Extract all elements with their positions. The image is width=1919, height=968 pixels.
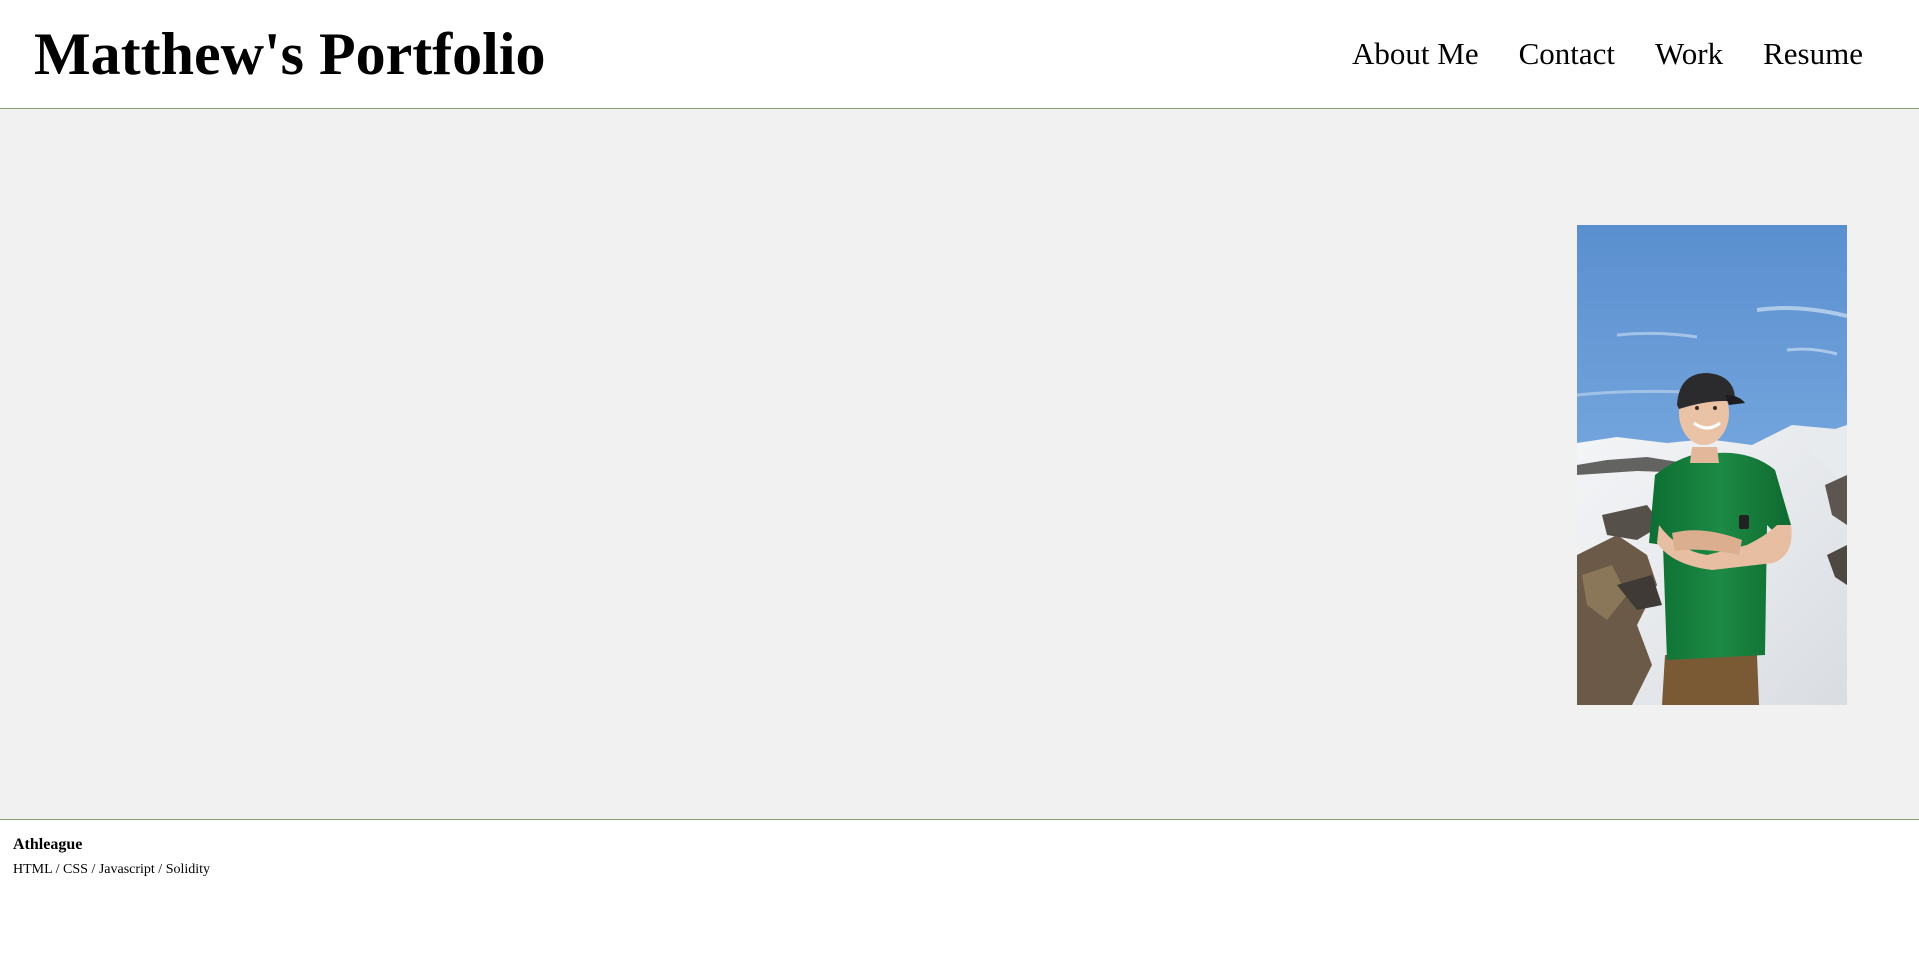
nav-link-work[interactable]: Work [1655,34,1723,74]
project-card: Athleague HTML / CSS / Javascript / Soli… [0,820,1919,968]
site-header: Matthew's Portfolio About Me Contact Wor… [0,0,1919,109]
main-nav: About Me Contact Work Resume [1352,34,1863,74]
project-tech-stack: HTML / CSS / Javascript / Solidity [13,862,211,877]
page: Matthew's Portfolio About Me Contact Wor… [0,0,1919,968]
site-title: Matthew's Portfolio [34,21,546,87]
nav-link-resume[interactable]: Resume [1763,34,1863,74]
project-name[interactable]: Athleague [13,835,82,855]
profile-photo [1577,225,1847,705]
hero-section [0,109,1919,820]
nav-link-about-me[interactable]: About Me [1352,34,1479,74]
nav-link-contact[interactable]: Contact [1519,34,1615,74]
